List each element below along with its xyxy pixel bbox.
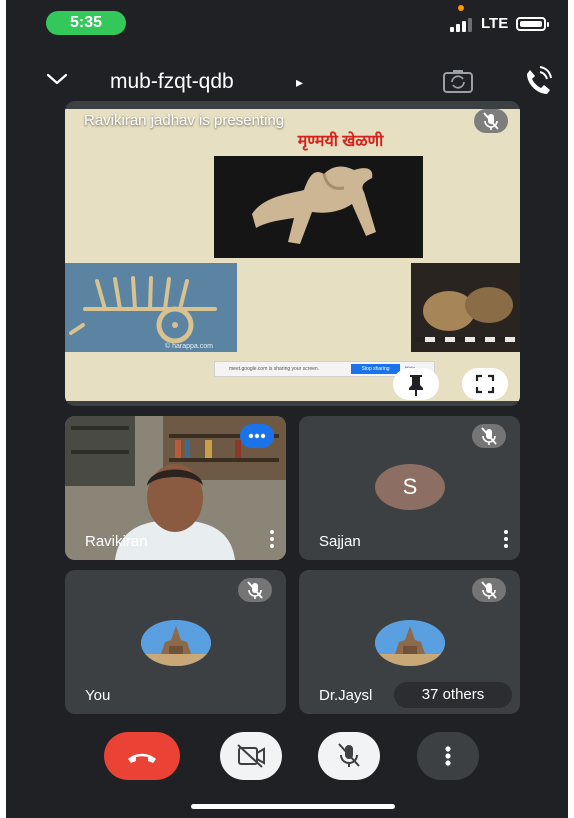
participant-name: You (85, 687, 111, 704)
more-horiz-icon[interactable] (240, 424, 274, 448)
more-vert-icon[interactable] (504, 530, 508, 548)
phone-audio-icon[interactable] (522, 66, 554, 96)
recording-dot (458, 5, 464, 11)
slide-title: मृण्मयी खेळणी (297, 133, 384, 150)
presentation-tile[interactable]: Ravikiran jadhav is presenting मृण्मयी ख… (65, 101, 520, 406)
camera-switch-icon[interactable] (442, 68, 474, 94)
share-message: meet.google.com is sharing your screen. (229, 366, 320, 372)
meet-screen: 5:35 LTE mub-fzqt-qdb ▸ Ravikiran jadhav… (6, 0, 568, 818)
hangup-button[interactable] (104, 732, 180, 780)
mic-off-icon (472, 424, 506, 448)
image-caption: © harappa.com (165, 342, 213, 350)
fullscreen-button[interactable] (462, 368, 508, 400)
signal-icon (450, 18, 474, 32)
meeting-code[interactable]: mub-fzqt-qdb (110, 70, 234, 94)
clay-toy-photo (214, 156, 423, 258)
pin-button[interactable] (393, 368, 439, 400)
camera-off-icon (237, 744, 265, 768)
pin-icon (409, 375, 423, 396)
shared-slide: मृण्मयी खेळणी © harappa.com meet.google.… (65, 109, 520, 401)
participant-name: Dr.Jaysl (319, 687, 373, 704)
home-indicator[interactable] (191, 804, 395, 809)
mic-off-icon (238, 578, 272, 602)
caret-right-icon[interactable]: ▸ (296, 74, 303, 91)
participant-name: Ravikiran (85, 533, 148, 550)
participant-name: Sajjan (319, 533, 361, 550)
network-label: LTE (481, 15, 509, 32)
camera-toggle-button[interactable] (220, 732, 282, 780)
more-vert-icon[interactable] (270, 530, 274, 548)
participant-tile-ravikiran[interactable]: Ravikiran (65, 416, 286, 560)
avatar: S (375, 464, 445, 510)
more-options-button[interactable] (417, 732, 479, 780)
participant-tile-others[interactable]: Dr.Jaysl 37 others (299, 570, 520, 714)
battery-icon (516, 17, 546, 31)
mic-off-icon (338, 743, 360, 767)
mic-off-icon (472, 578, 506, 602)
more-vert-icon (445, 746, 451, 766)
avatar (141, 620, 211, 666)
chevron-down-icon[interactable] (46, 70, 68, 88)
presenter-label: Ravikiran jadhav is presenting (84, 112, 285, 129)
status-time: 5:35 (46, 11, 126, 35)
cart-photo: © harappa.com (65, 263, 237, 352)
mic-off-icon (474, 109, 508, 133)
others-count-badge[interactable]: 37 others (394, 682, 512, 708)
fullscreen-icon (475, 374, 495, 394)
clay-animal-figure (252, 166, 376, 244)
avatar (375, 620, 445, 666)
wheel-photo (411, 263, 520, 352)
participant-tile-sajjan[interactable]: S Sajjan (299, 416, 520, 560)
hangup-icon (128, 753, 156, 763)
mic-toggle-button[interactable] (318, 732, 380, 780)
participant-tile-you[interactable]: You (65, 570, 286, 714)
